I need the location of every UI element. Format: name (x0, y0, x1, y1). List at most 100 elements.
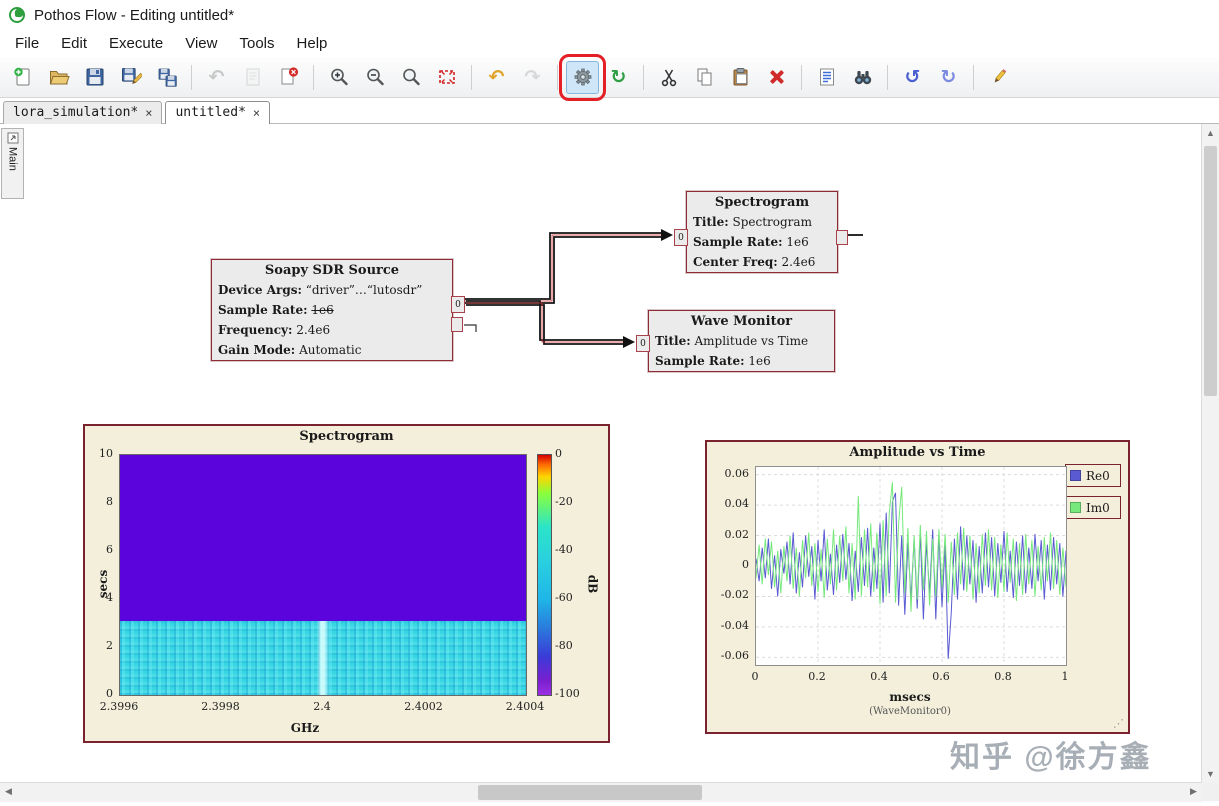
wave-traces (755, 467, 1067, 665)
log-button[interactable] (810, 61, 843, 94)
open-button[interactable] (42, 61, 75, 94)
save-as-button[interactable] (114, 61, 147, 94)
block-property: Device Args: “driver”…“lutosdr” (218, 283, 423, 297)
main-toolbar: ↶ ↶ ↷ ↻ ↺ ↻ (0, 53, 1219, 101)
block-property: Center Freq: 2.4e6 (693, 255, 816, 269)
open-folder-icon (49, 71, 70, 85)
edit-properties-button[interactable] (982, 61, 1015, 94)
undo-button[interactable]: ↶ (480, 61, 513, 94)
copy-button[interactable] (688, 61, 721, 94)
input-port[interactable]: 0 (636, 335, 650, 352)
new-document-icon (13, 67, 29, 86)
zoom-in-button[interactable] (322, 61, 355, 94)
zoom-out-button[interactable] (358, 61, 391, 94)
rotate-left-button[interactable]: ↺ (896, 61, 929, 94)
block-property: Frequency: 2.4e6 (218, 323, 331, 337)
menu-edit[interactable]: Edit (50, 32, 98, 55)
find-button[interactable] (846, 61, 879, 94)
block-wave-monitor[interactable]: Wave Monitor Title: Amplitude vs Time Sa… (636, 310, 835, 372)
floppy-save-icon (86, 68, 103, 86)
document-tabbar: lora_simulation* × untitled* × (0, 98, 1219, 124)
tab-close-icon[interactable]: × (145, 106, 152, 120)
x-axis-label: msecs (889, 690, 931, 704)
menu-execute[interactable]: Execute (98, 32, 174, 55)
paste-button[interactable] (724, 61, 757, 94)
toolbar-separator (973, 64, 974, 90)
reload-page-button[interactable]: ↶ (200, 61, 233, 94)
legend-entry-im0[interactable]: Im0 (1065, 496, 1121, 519)
export-button[interactable] (236, 61, 269, 94)
rotate-left-icon: ↺ (904, 65, 921, 88)
delete-x-icon (769, 70, 784, 84)
horizontal-scroll-thumb[interactable] (478, 785, 702, 800)
zoom-original-button[interactable] (394, 61, 427, 94)
delete-button[interactable] (760, 61, 793, 94)
graph-canvas[interactable]: Main Soapy SDR Source Device Args: “driv… (0, 124, 1202, 782)
resize-grip[interactable]: ⋰ (1113, 718, 1125, 730)
legend-entry-re0[interactable]: Re0 (1065, 464, 1121, 487)
activate-topology-button[interactable] (559, 53, 606, 101)
binoculars-icon (854, 71, 871, 85)
zoom-fit-icon (438, 70, 455, 84)
new-button[interactable] (6, 61, 39, 94)
sidebar-tab-label: Main (6, 147, 19, 171)
menu-view[interactable]: View (174, 32, 228, 55)
toolbar-separator (801, 64, 802, 90)
rotate-right-icon: ↻ (940, 65, 957, 88)
block-title: Soapy SDR Source (264, 263, 400, 278)
horizontal-scrollbar[interactable]: ◀ ▶ (0, 782, 1202, 802)
close-page-icon (281, 67, 298, 85)
menu-help[interactable]: Help (286, 32, 339, 55)
vertical-scroll-thumb[interactable] (1204, 146, 1217, 396)
wave-monitor-widget[interactable]: Amplitude vs Time Re0 Im0 0.06 0.04 0.02 0-… (705, 440, 1130, 734)
scroll-right-arrow[interactable]: ▶ (1185, 783, 1202, 800)
arrowhead (661, 229, 673, 241)
clipboard-paste-icon (733, 68, 747, 86)
zoom-original-icon (402, 68, 420, 86)
toolbar-separator (887, 64, 888, 90)
legend-label: Im0 (1086, 500, 1110, 515)
redo-icon: ↷ (524, 65, 541, 88)
output-port[interactable]: 0 (451, 296, 465, 313)
block-title: Wave Monitor (690, 314, 793, 329)
redo-button[interactable]: ↷ (516, 61, 549, 94)
vertical-scrollbar[interactable]: ▲ ▼ (1201, 124, 1219, 782)
toolbar-separator (313, 64, 314, 90)
spectrogram-title: Spectrogram (299, 429, 394, 444)
block-spectrogram[interactable]: Spectrogram Title: Spectrogram Sample Ra… (674, 191, 848, 273)
save-all-button[interactable] (150, 61, 183, 94)
spectrogram-noise-region (120, 620, 526, 695)
message-port[interactable] (451, 317, 463, 332)
scroll-down-arrow[interactable]: ▼ (1202, 765, 1219, 782)
reload-page-icon: ↶ (208, 65, 225, 88)
arrowhead (623, 336, 635, 348)
zoom-out-icon (366, 68, 384, 86)
output-port[interactable] (836, 230, 848, 245)
dock-window-icon (7, 132, 18, 144)
colorbar (537, 454, 552, 696)
block-soapy-sdr-source[interactable]: Soapy SDR Source Device Args: “driver”…“… (211, 259, 465, 361)
input-port[interactable]: 0 (674, 229, 688, 246)
spectrogram-widget[interactable]: Spectrogram secs 10 8 6 4 2 0 2.3996 2.3998 2.4 2… (83, 424, 610, 743)
cut-button[interactable] (652, 61, 685, 94)
reload-topology-icon: ↻ (610, 65, 627, 88)
reload-topology-button[interactable]: ↻ (602, 61, 635, 94)
tab-close-icon[interactable]: × (253, 106, 260, 120)
close-page-button[interactable] (272, 61, 305, 94)
tab-lora-simulation[interactable]: lora_simulation* × (3, 101, 163, 124)
menu-file[interactable]: File (4, 32, 50, 55)
scroll-left-arrow[interactable]: ◀ (0, 783, 17, 800)
scroll-up-arrow[interactable]: ▲ (1202, 124, 1219, 141)
x-axis-sublabel: (WaveMonitor0) (869, 706, 951, 717)
menu-tools[interactable]: Tools (228, 32, 285, 55)
undo-icon: ↶ (488, 65, 505, 88)
save-button[interactable] (78, 61, 111, 94)
menu-bar: File Edit Execute View Tools Help (0, 30, 1219, 57)
toolbar-separator (191, 64, 192, 90)
rotate-right-button[interactable]: ↻ (932, 61, 965, 94)
legend-label: Re0 (1086, 468, 1110, 483)
sidebar-tab-main[interactable]: Main (1, 128, 24, 199)
tab-untitled[interactable]: untitled* × (165, 101, 271, 124)
zoom-fit-button[interactable] (430, 61, 463, 94)
floppy-pencil-icon (121, 68, 142, 84)
